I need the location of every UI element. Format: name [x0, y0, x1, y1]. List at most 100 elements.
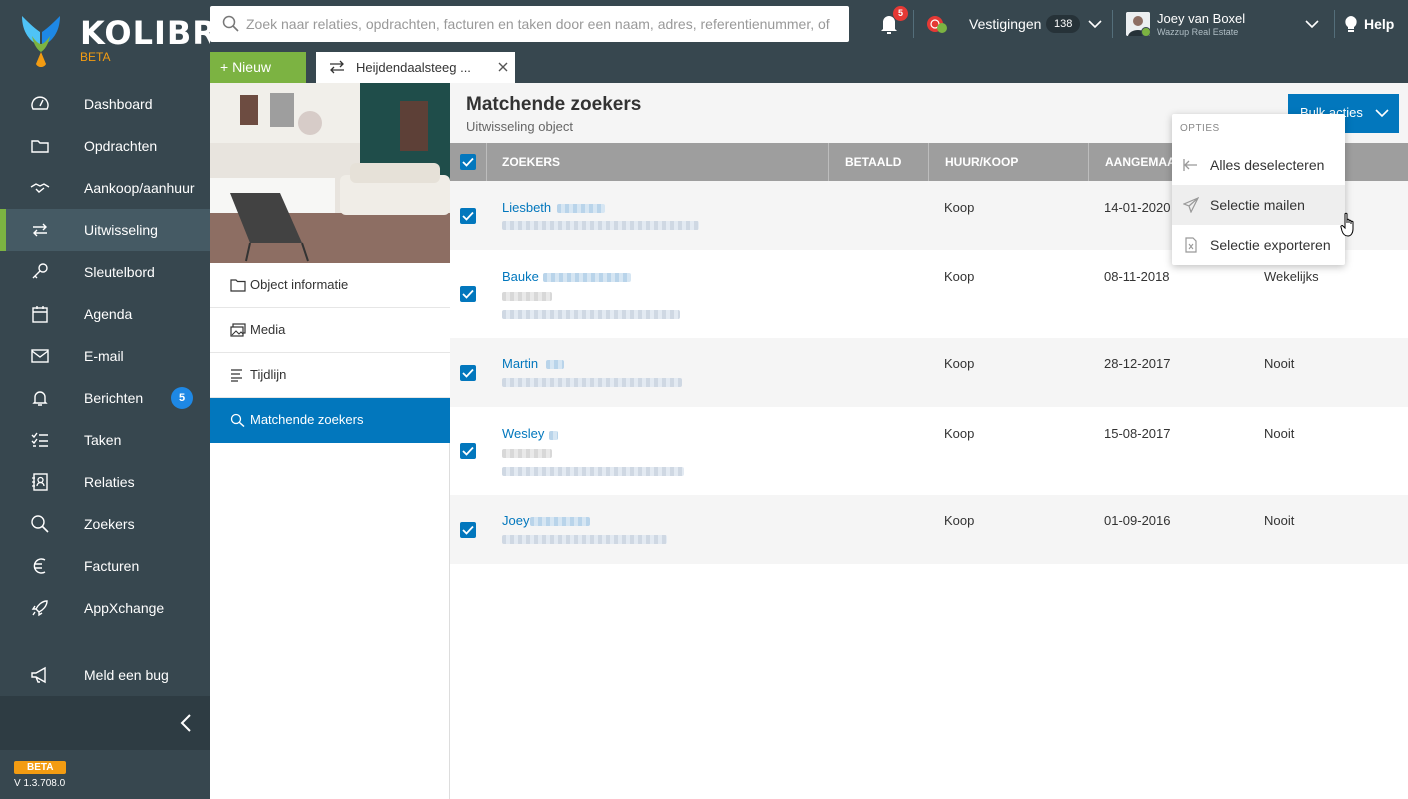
sidebar-item-dashboard[interactable]: Dashboard [0, 83, 210, 125]
calendar-icon [32, 306, 48, 323]
sidebar-collapse[interactable] [0, 696, 210, 750]
detail-item-media[interactable]: Media [210, 308, 450, 353]
sidebar-item-label: AppXchange [84, 600, 165, 616]
user-name[interactable]: Joey van Boxel [1157, 11, 1245, 26]
images-icon [230, 323, 246, 337]
sidebar-item-facturen[interactable]: Facturen [0, 545, 210, 587]
checkmark-icon [462, 289, 474, 299]
huur-koop-cell: Koop [944, 200, 975, 215]
detail-item-tijdlijn[interactable]: Tijdlijn [210, 353, 450, 398]
column-header-zoekers[interactable]: ZOEKERS [502, 143, 560, 181]
tab-label: Heijdendaalsteeg ... [356, 60, 471, 75]
sidebar-item-label: Zoekers [84, 516, 135, 532]
close-icon[interactable] [496, 58, 510, 76]
object-photo[interactable] [210, 83, 450, 263]
sidebar-item-email[interactable]: E-mail [0, 335, 210, 377]
sidebar-item-agenda[interactable]: Agenda [0, 293, 210, 335]
berichten-badge: 5 [171, 387, 193, 409]
mail-icon [31, 349, 49, 363]
chevron-left-icon [180, 714, 191, 732]
sidebar-item-opdrachten[interactable]: Opdrachten [0, 125, 210, 167]
redacted-contact [502, 221, 699, 230]
zoeker-name-link[interactable]: Bauke [502, 269, 539, 284]
row-checkbox[interactable] [460, 208, 476, 224]
divider [913, 10, 914, 38]
global-search [210, 6, 849, 42]
logo[interactable]: KOLIBRI BETA [14, 8, 230, 68]
online-status-dot [1141, 27, 1150, 36]
sidebar-item-label: Taken [84, 432, 122, 448]
column-header-aangemaakt[interactable]: AANGEMAA [1105, 143, 1176, 181]
sidebar-item-label: Sleutelbord [84, 264, 155, 280]
select-all-checkbox[interactable] [460, 154, 476, 170]
zoeker-name-link[interactable]: Martin [502, 356, 538, 371]
sidebar-item-label: Aankoop/aanhuur [84, 180, 195, 196]
help-button[interactable]: Help [1344, 12, 1394, 36]
detail-item-label: Object informatie [250, 277, 349, 292]
status-indicator-icon[interactable] [925, 12, 949, 36]
detail-item-matchende-zoekers[interactable]: Matchende zoekers [210, 398, 457, 443]
hand-cursor-icon [1340, 212, 1354, 237]
menu-item-deselect-all[interactable]: Alles deselecteren [1172, 145, 1345, 185]
table-row[interactable]: Wesley Koop 15-08-2017 Nooit [450, 407, 1408, 495]
zoeker-name-link[interactable]: Joey [502, 513, 529, 528]
menu-item-label: Selectie mailen [1210, 197, 1305, 213]
column-header-betaald[interactable]: BETAALD [845, 143, 901, 181]
page-title: Matchende zoekers [466, 94, 642, 115]
detail-item-label: Media [250, 322, 286, 337]
beta-tag: BETA [14, 761, 67, 774]
sidebar-item-taken[interactable]: Taken [0, 419, 210, 461]
sidebar-item-label: Meld een bug [84, 667, 169, 683]
topbar: 5 Vestigingen 138 Joey van Boxel Wazzup … [210, 0, 1408, 52]
sidebar-item-label: Facturen [84, 558, 140, 574]
menu-item-mail-selection[interactable]: Selectie mailen [1172, 185, 1345, 225]
table-row[interactable]: Martin Koop 28-12-2017 Nooit [450, 338, 1408, 407]
search-input[interactable] [246, 6, 842, 42]
redacted-email [502, 467, 684, 476]
avatar[interactable] [1126, 12, 1150, 36]
column-header-huur-koop[interactable]: HUUR/KOOP [945, 143, 1018, 181]
sidebar-item-uitwisseling[interactable]: Uitwisseling [0, 209, 210, 251]
huur-koop-cell: Koop [944, 426, 975, 441]
sidebar-item-aankoop[interactable]: Aankoop/aanhuur [0, 167, 210, 209]
folder-icon [31, 140, 49, 153]
huur-koop-cell: Koop [944, 356, 975, 371]
sidebar-item-sleutelbord[interactable]: Sleutelbord [0, 251, 210, 293]
menu-item-export-selection[interactable]: Selectie exporteren [1172, 225, 1345, 265]
redacted-email [502, 535, 667, 544]
chevron-down-icon[interactable] [1087, 16, 1103, 32]
zoeker-name-link[interactable]: Wesley [502, 426, 544, 441]
new-button[interactable]: + Nieuw [210, 52, 306, 83]
tab-heijdendaalsteeg[interactable]: Heijdendaalsteeg ... [316, 52, 515, 83]
chevron-down-icon[interactable] [1304, 16, 1320, 32]
detail-item-label: Tijdlijn [250, 367, 287, 382]
redacted-surname [549, 431, 558, 440]
object-detail-panel: Object informatie Media Tijdlijn Matchen… [210, 83, 457, 799]
sidebar-item-label: Agenda [84, 306, 133, 322]
bulk-actions-dropdown: OPTIES Alles deselecteren Selectie maile… [1172, 114, 1345, 265]
row-checkbox[interactable] [460, 522, 476, 538]
column-divider [928, 143, 929, 181]
zoeker-name-link[interactable]: Liesbeth [502, 200, 551, 215]
table-row[interactable]: Joey Koop 01-09-2016 Nooit [450, 495, 1408, 564]
created-date-cell: 01-09-2016 [1104, 513, 1171, 528]
menu-item-label: Selectie exporteren [1210, 237, 1331, 253]
user-company: Wazzup Real Estate [1157, 27, 1239, 37]
checkmark-icon [462, 211, 474, 221]
list-icon [231, 369, 242, 382]
deselect-icon [1183, 159, 1197, 171]
row-checkbox[interactable] [460, 365, 476, 381]
sidebar-item-zoekers[interactable]: Zoekers [0, 503, 210, 545]
lightbulb-icon [1345, 16, 1357, 32]
rocket-icon [31, 600, 48, 617]
detail-item-object-informatie[interactable]: Object informatie [210, 263, 450, 308]
row-checkbox[interactable] [460, 443, 476, 459]
redacted-email [502, 378, 682, 387]
brand-beta: BETA [80, 50, 111, 64]
sidebar-item-appxchange[interactable]: AppXchange [0, 587, 210, 629]
row-checkbox[interactable] [460, 286, 476, 302]
sidebar-item-meld-bug[interactable]: Meld een bug [0, 654, 210, 696]
sidebar-item-berichten[interactable]: Berichten 5 [0, 377, 210, 419]
vestigingen-label[interactable]: Vestigingen [969, 16, 1041, 32]
sidebar-item-relaties[interactable]: Relaties [0, 461, 210, 503]
